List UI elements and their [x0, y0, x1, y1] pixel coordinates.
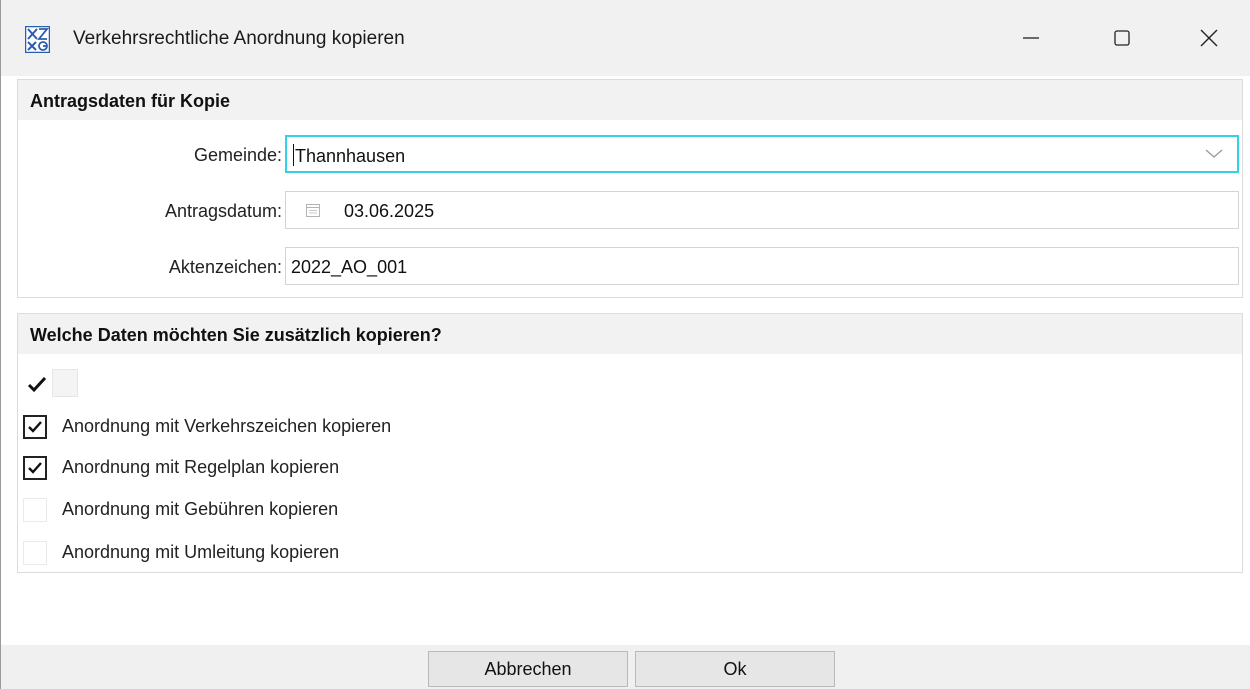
maximize-icon: [1114, 30, 1130, 46]
close-button[interactable]: [1179, 10, 1239, 66]
aktenzeichen-label: Aktenzeichen:: [168, 257, 282, 277]
antragsdatum-value: 03.06.2025: [344, 201, 435, 221]
section-title: Antragsdaten für Kopie: [30, 91, 231, 111]
checkbox[interactable]: [23, 541, 47, 565]
minimize-icon: [1023, 37, 1039, 39]
select-all-check-icon[interactable]: [25, 372, 49, 396]
check-icon: [28, 462, 42, 474]
dialog-window: Verkehrsrechtliche Anordnung kopieren An…: [0, 0, 1250, 689]
check-icon: [28, 421, 42, 433]
cancel-button[interactable]: Abbrechen: [428, 651, 628, 687]
title-bar: Verkehrsrechtliche Anordnung kopieren: [1, 0, 1250, 76]
section-title: Welche Daten möchten Sie zusätzlich kopi…: [30, 325, 442, 345]
additional-data-section: Welche Daten möchten Sie zusätzlich kopi…: [17, 313, 1243, 573]
gemeinde-dropdown[interactable]: Thannhausen: [285, 135, 1239, 173]
antragsdatum-label: Antragsdatum:: [164, 201, 282, 221]
section-header: Antragsdaten für Kopie: [18, 80, 1242, 120]
calendar-icon[interactable]: [306, 203, 320, 217]
aktenzeichen-input[interactable]: 2022_AO_001: [285, 247, 1239, 285]
ok-button[interactable]: Ok: [635, 651, 835, 687]
checkbox[interactable]: [23, 456, 47, 480]
close-icon: [1200, 29, 1218, 47]
option-label: Anordnung mit Regelplan kopieren: [62, 457, 340, 477]
text-caret: [293, 144, 294, 166]
select-all-checkbox[interactable]: [52, 369, 78, 397]
button-bar: Abbrechen Ok: [1, 645, 1250, 689]
option-label: Anordnung mit Gebühren kopieren: [62, 499, 339, 519]
section-header: Welche Daten möchten Sie zusätzlich kopi…: [18, 314, 1242, 354]
option-label: Anordnung mit Verkehrszeichen kopieren: [62, 416, 392, 436]
window-title: Verkehrsrechtliche Anordnung kopieren: [73, 28, 405, 49]
antragsdatum-field[interactable]: 03.06.2025: [285, 191, 1239, 229]
application-data-section: Antragsdaten für Kopie Gemeinde: Thannha…: [17, 79, 1243, 298]
aktenzeichen-value: 2022_AO_001: [291, 257, 408, 277]
gemeinde-label: Gemeinde:: [193, 145, 282, 165]
checkbox[interactable]: [23, 498, 47, 522]
gemeinde-value: Thannhausen: [295, 146, 406, 166]
minimize-button[interactable]: [1001, 10, 1061, 66]
option-label: Anordnung mit Umleitung kopieren: [62, 542, 340, 562]
maximize-button[interactable]: [1092, 10, 1152, 66]
app-logo-icon: [25, 26, 50, 53]
chevron-down-icon[interactable]: [1205, 149, 1223, 159]
checkbox[interactable]: [23, 415, 47, 439]
